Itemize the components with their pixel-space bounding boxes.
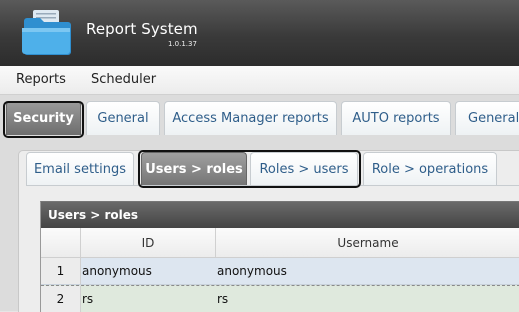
tab-security[interactable]: Security <box>6 101 81 135</box>
menu-scheduler[interactable]: Scheduler <box>91 72 156 87</box>
app-version: 1.0.1.37 <box>168 40 197 48</box>
column-header-id[interactable]: ID <box>81 228 216 257</box>
subtab-users-roles[interactable]: Users > roles <box>141 152 247 186</box>
tab-general[interactable]: General <box>86 101 160 135</box>
cell-id: rs <box>82 292 94 306</box>
column-header-username[interactable]: Username <box>216 228 519 257</box>
subtab-divider <box>26 185 519 186</box>
tab-general-2[interactable]: General <box>455 101 519 135</box>
row-number-header <box>41 228 81 257</box>
grid-header: ID Username <box>41 228 519 258</box>
row-number: 2 <box>41 286 81 312</box>
tab-access-manager-reports[interactable]: Access Manager reports <box>164 101 337 135</box>
menu-bar: Reports Scheduler <box>0 66 519 95</box>
app-title: Report System <box>86 20 198 38</box>
table-row[interactable]: 1 anonymous anonymous <box>41 258 519 285</box>
subtab-role-operations[interactable]: Role > operations <box>363 152 497 186</box>
menu-reports[interactable]: Reports <box>16 72 66 87</box>
subtab-email-settings[interactable]: Email settings <box>26 152 134 186</box>
table-row[interactable]: 2 rs rs <box>41 285 519 312</box>
users-roles-grid: Users > roles ID Username 1 anonymous an… <box>40 201 519 312</box>
cell-username: anonymous <box>217 264 287 278</box>
cell-id: anonymous <box>82 264 152 278</box>
title-bar: Report System 1.0.1.37 <box>0 0 519 66</box>
cell-username: rs <box>217 292 229 306</box>
folder-icon <box>21 8 71 56</box>
grid-title: Users > roles <box>41 202 519 228</box>
row-number: 1 <box>41 258 81 284</box>
tab-auto-reports[interactable]: AUTO reports <box>341 101 451 135</box>
subtab-roles-users[interactable]: Roles > users <box>250 152 358 186</box>
